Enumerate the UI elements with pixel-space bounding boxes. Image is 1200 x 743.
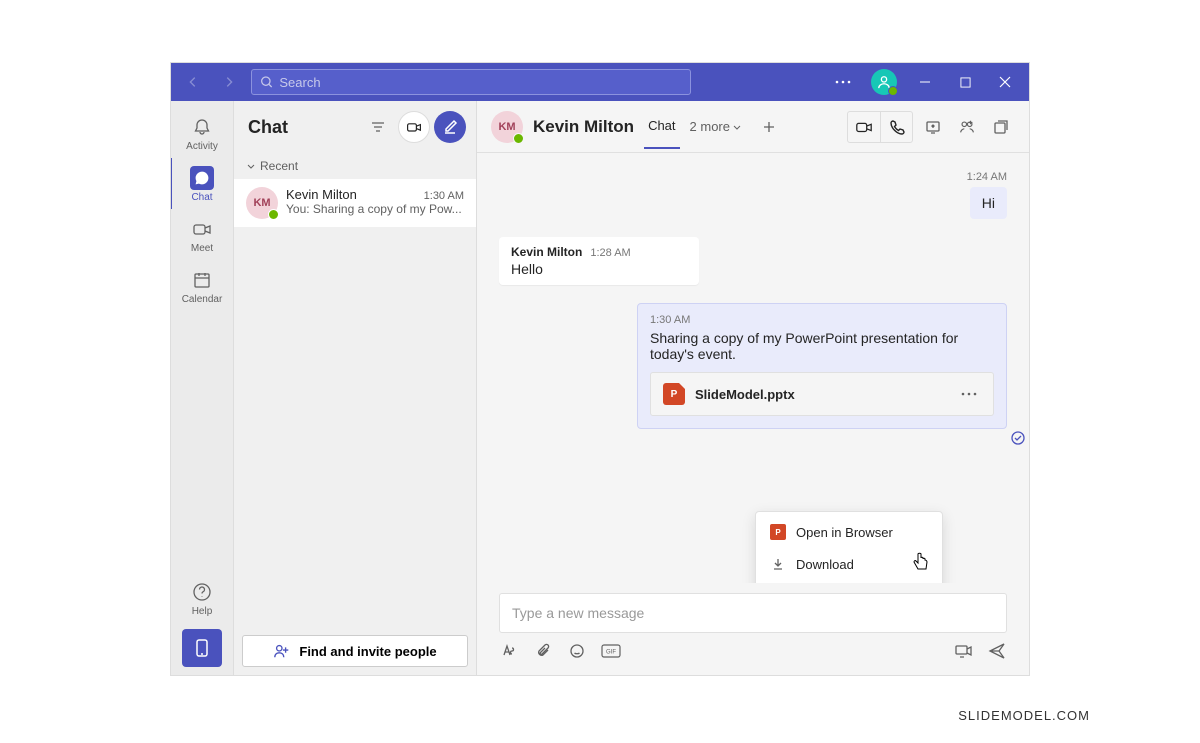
chevron-down-icon [732,122,742,132]
message-time: 1:30 AM [424,190,464,202]
rail-label: Activity [186,141,218,152]
emoji-button[interactable] [567,641,587,661]
stream-button[interactable] [953,641,973,661]
attach-button[interactable] [533,641,553,661]
sent-message-with-attachment[interactable]: 1:30 AM Sharing a copy of my PowerPoint … [637,303,1007,429]
add-people-button[interactable] [953,112,981,142]
search-input[interactable] [279,75,682,90]
rail-mobile-button[interactable] [182,629,222,667]
download-icon [770,556,786,572]
message-composer: GIF [477,583,1029,675]
gif-button[interactable]: GIF [601,641,621,661]
rail-chat[interactable]: Chat [170,158,233,209]
chevron-down-icon [246,161,256,171]
menu-label: Open in Browser [796,525,893,540]
screen-share-button[interactable] [919,112,947,142]
message-time: 1:24 AM [967,171,1007,183]
teams-window: Activity Chat Meet Calendar [170,62,1030,676]
menu-copy-link[interactable]: Copy link [756,580,942,583]
message-text: Hello [511,261,687,277]
rail-help[interactable]: Help [171,572,234,623]
powerpoint-icon: P [770,524,786,540]
message-preview: You: Sharing a copy of my Pow... [286,202,464,216]
rail-label: Calendar [182,294,223,305]
chat-list-panel: Chat Recent KM Kevin Milton [234,101,477,675]
contact-avatar: KM [246,187,278,219]
meet-now-button[interactable] [398,111,430,143]
app-rail: Activity Chat Meet Calendar [171,101,234,675]
people-add-icon [273,642,291,660]
invite-people-button[interactable]: Find and invite people [242,635,468,667]
rail-label: Meet [191,243,213,254]
recent-section[interactable]: Recent [234,153,476,179]
user-avatar[interactable] [871,69,897,95]
help-icon [190,580,214,604]
new-chat-button[interactable] [434,111,466,143]
file-attachment[interactable]: P SlideModel.pptx [650,372,994,416]
nav-back-button[interactable] [179,68,207,96]
chat-icon [190,166,214,190]
conversation-name: Kevin Milton [533,117,634,137]
attachment-filename: SlideModel.pptx [695,387,947,402]
chat-list-title: Chat [248,117,358,138]
video-call-button[interactable] [848,112,880,142]
conversation-avatar: KM [491,111,523,143]
add-tab-button[interactable] [754,112,784,142]
more-options-button[interactable] [827,66,859,98]
maximize-button[interactable] [949,66,981,98]
conversation-header: KM Kevin Milton Chat 2 more [477,101,1029,153]
conversation-panel: KM Kevin Milton Chat 2 more [477,101,1029,675]
rail-meet[interactable]: Meet [171,209,234,260]
audio-call-button[interactable] [880,112,912,142]
tab-chat[interactable]: Chat [644,118,679,149]
video-icon [190,217,214,241]
attachment-context-menu: P Open in Browser Download Copy link [755,511,943,583]
chat-list-item[interactable]: KM Kevin Milton 1:30 AM You: Sharing a c… [234,179,476,227]
message-list: 1:24 AM Hi Kevin Milton 1:28 AM Hello 1:… [477,153,1029,583]
more-tabs-label: 2 more [690,119,730,134]
send-button[interactable] [987,641,1007,661]
bell-icon [190,115,214,139]
menu-open-in-browser[interactable]: P Open in Browser [756,516,942,548]
watermark: SLIDEMODEL.COM [958,708,1090,723]
rail-label: Chat [191,192,212,203]
rail-calendar[interactable]: Calendar [171,260,234,311]
calendar-icon [190,268,214,292]
message-text: Sharing a copy of my PowerPoint presenta… [650,330,994,362]
sent-message[interactable]: Hi [970,187,1007,219]
more-tabs-button[interactable]: 2 more [690,119,742,134]
message-time: 1:28 AM [590,247,630,259]
rail-label: Help [192,606,213,617]
contact-name: Kevin Milton [286,187,357,202]
svg-text:GIF: GIF [606,650,616,656]
sender-name: Kevin Milton [511,245,582,259]
message-time: 1:30 AM [650,314,994,326]
rail-activity[interactable]: Activity [171,107,234,158]
minimize-button[interactable] [909,66,941,98]
menu-label: Download [796,557,854,572]
section-label: Recent [260,159,298,173]
filter-button[interactable] [362,111,394,143]
search-icon [260,75,273,89]
received-message[interactable]: Kevin Milton 1:28 AM Hello [499,237,699,285]
search-box[interactable] [251,69,691,95]
nav-forward-button[interactable] [215,68,243,96]
close-button[interactable] [989,66,1021,98]
titlebar [171,63,1029,101]
menu-download[interactable]: Download [756,548,942,580]
attachment-more-button[interactable] [957,388,981,400]
format-button[interactable] [499,641,519,661]
message-input[interactable] [499,593,1007,633]
powerpoint-icon: P [663,383,685,405]
invite-label: Find and invite people [299,644,436,659]
popout-button[interactable] [987,112,1015,142]
read-receipt-icon [1011,431,1025,445]
